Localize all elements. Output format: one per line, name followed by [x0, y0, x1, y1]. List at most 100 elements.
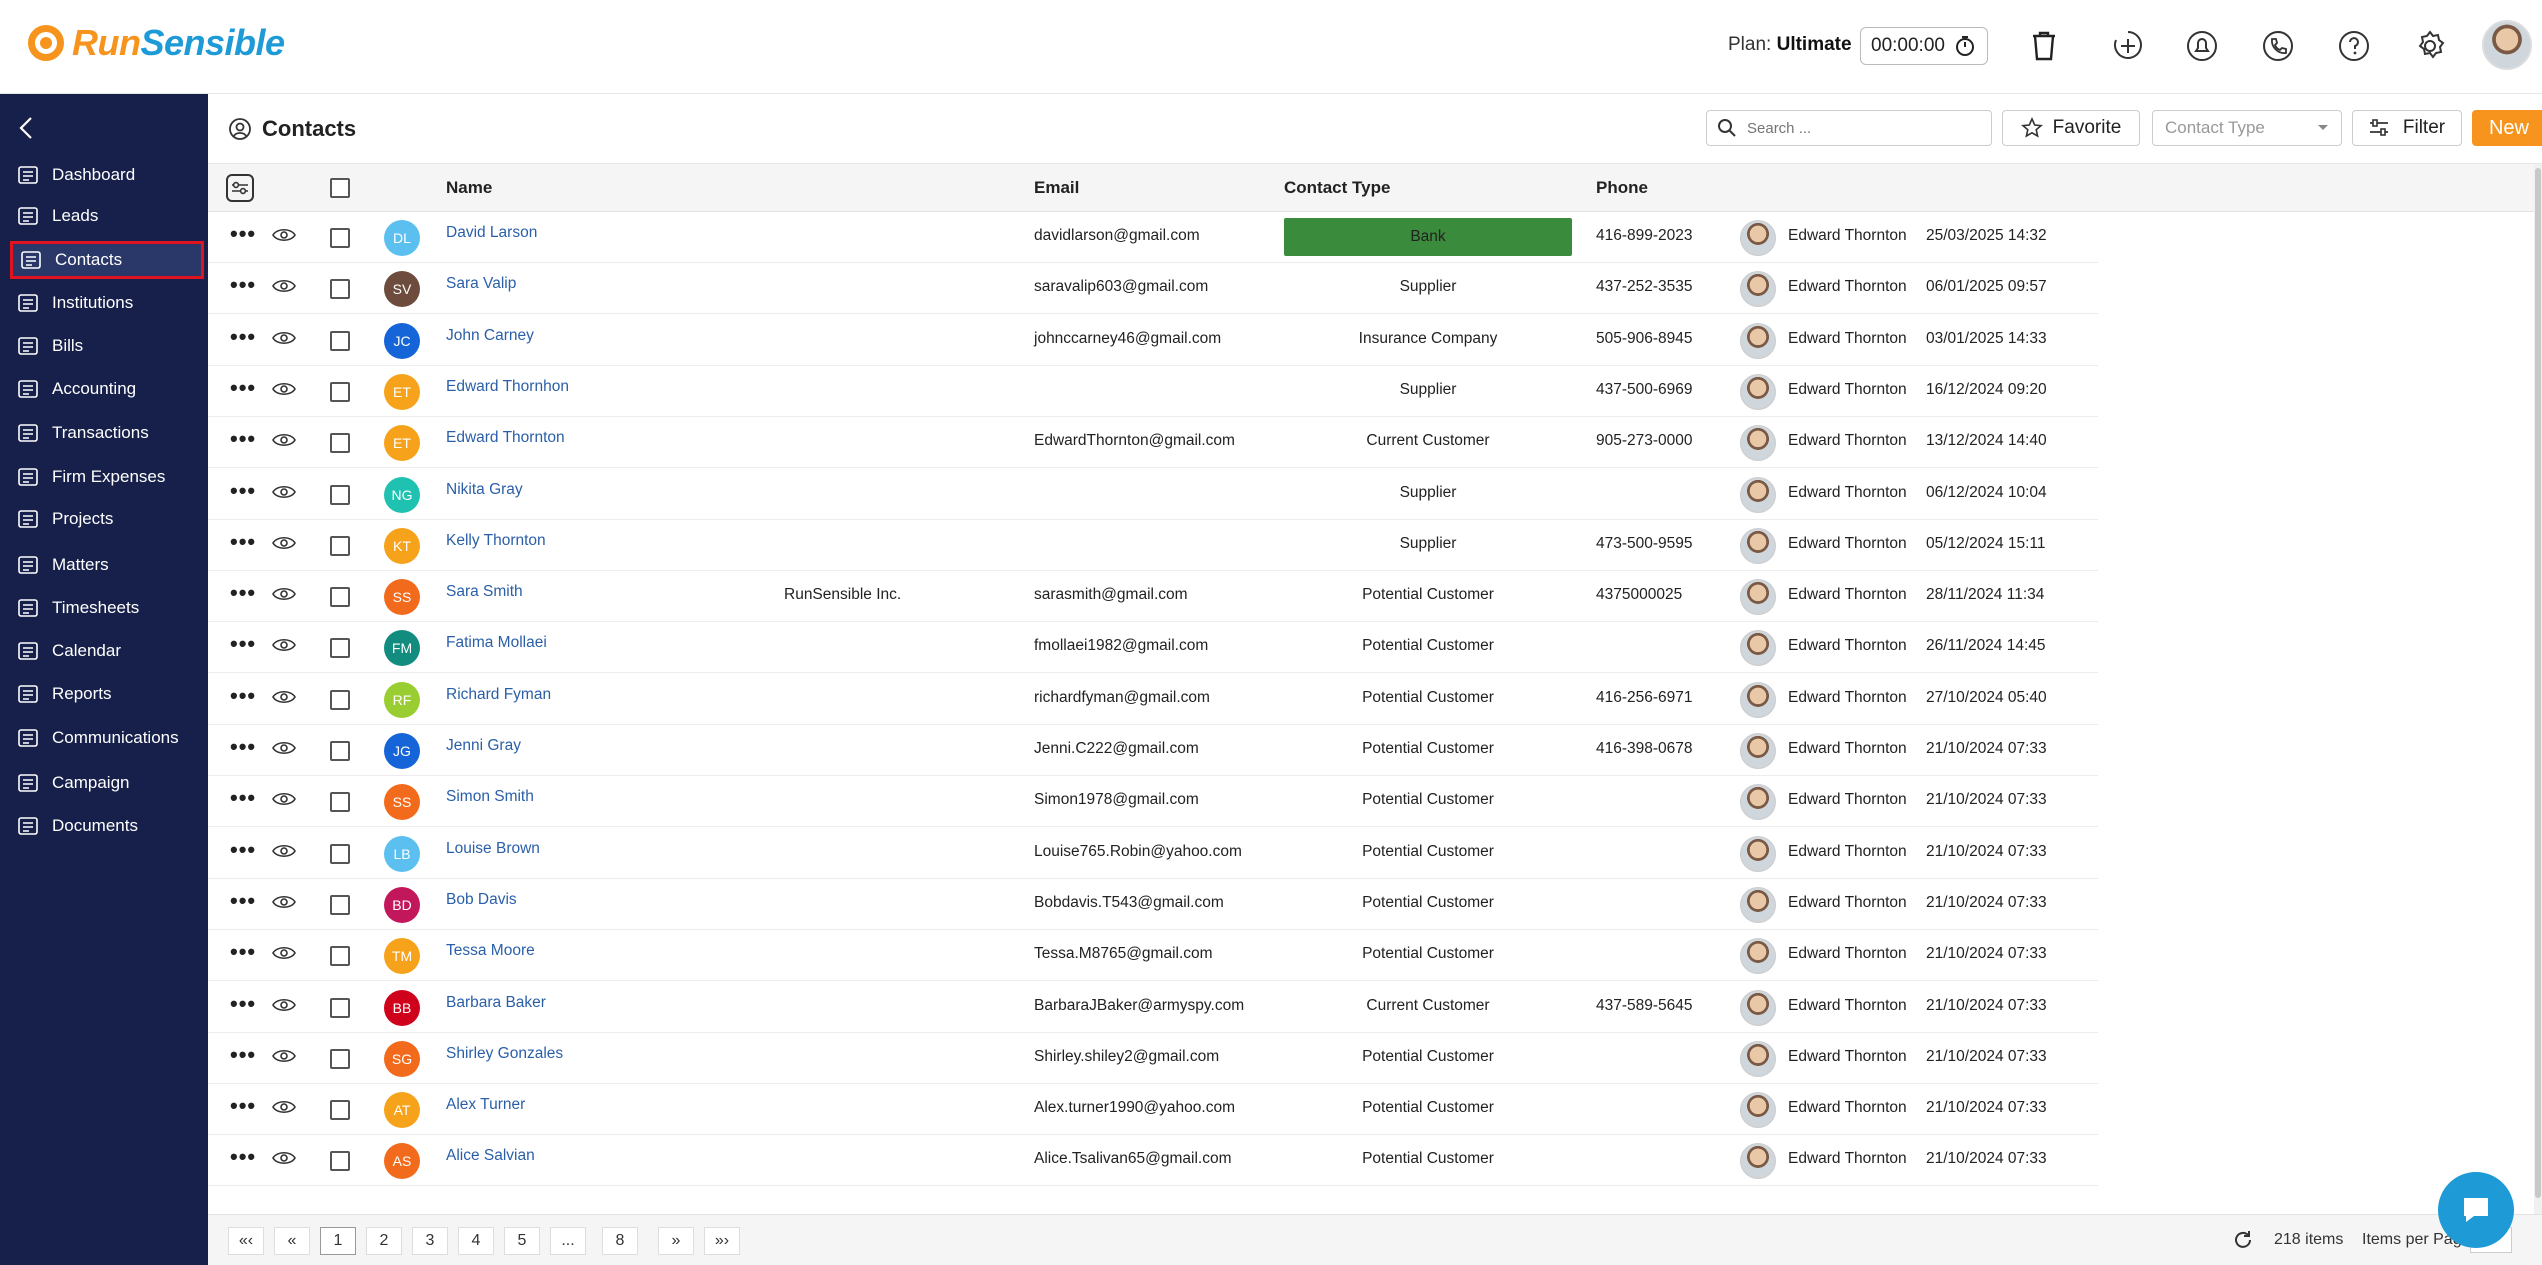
row-actions-icon[interactable]: ••• — [230, 376, 256, 398]
refresh-icon[interactable] — [2232, 1229, 2254, 1256]
row-actions-icon[interactable]: ••• — [230, 530, 256, 552]
notifications-icon[interactable] — [2180, 24, 2224, 68]
prev-page-button[interactable]: « — [274, 1227, 310, 1255]
table-row[interactable]: ••• JG Jenni Gray Jenni.C222@gmail.com Poten… — [208, 725, 2098, 776]
sidebar-item-leads[interactable]: Leads — [10, 197, 204, 235]
row-actions-icon[interactable]: ••• — [230, 633, 256, 655]
page-number-button[interactable]: 4 — [458, 1227, 494, 1255]
sidebar-item-communications[interactable]: Communications — [10, 719, 204, 757]
row-checkbox[interactable] — [330, 228, 350, 248]
sidebar-item-transactions[interactable]: Transactions — [10, 414, 204, 452]
row-checkbox[interactable] — [330, 638, 350, 659]
favorite-button[interactable]: Favorite — [2002, 110, 2140, 146]
contact-name-link[interactable]: Alex Turner — [446, 1096, 525, 1114]
phone-icon[interactable] — [2256, 24, 2300, 68]
view-eye-icon[interactable] — [272, 381, 296, 402]
table-row[interactable]: ••• FM Fatima Mollaei fmollaei1982@gmail.co… — [208, 622, 2098, 674]
table-row[interactable]: ••• NG Nikita Gray Supplier Edward Thornton 0… — [208, 469, 2098, 520]
view-eye-icon[interactable] — [272, 227, 296, 248]
contact-name-link[interactable]: Alice Salvian — [446, 1147, 535, 1165]
sidebar-item-matters[interactable]: Matters — [10, 546, 204, 584]
table-row[interactable]: ••• JC John Carney johnccarney46@gmail.com I… — [208, 315, 2098, 366]
table-row[interactable]: ••• SS Simon Smith Simon1978@gmail.com Poten… — [208, 776, 2098, 828]
contact-name-link[interactable]: Louise Brown — [446, 840, 540, 858]
page-number-button[interactable]: 5 — [504, 1227, 540, 1255]
view-eye-icon[interactable] — [272, 278, 296, 299]
table-row[interactable]: ••• RF Richard Fyman richardfyman@gmail.com… — [208, 674, 2098, 725]
table-row[interactable]: ••• KT Kelly Thornton Supplier 473-500-9595 E… — [208, 520, 2098, 571]
row-checkbox[interactable] — [330, 535, 350, 556]
table-row[interactable]: ••• SV Sara Valip saravalip603@gmail.com Sup… — [208, 263, 2098, 315]
search-input[interactable] — [1747, 119, 1977, 137]
row-actions-icon[interactable]: ••• — [230, 992, 256, 1014]
first-page-button[interactable]: «‹ — [228, 1227, 264, 1255]
row-actions-icon[interactable]: ••• — [230, 787, 256, 809]
scrollbar-thumb[interactable] — [2535, 168, 2541, 1198]
new-contact-button[interactable]: New — [2472, 110, 2542, 146]
row-actions-icon[interactable]: ••• — [230, 1146, 256, 1168]
sidebar-item-campaign[interactable]: Campaign — [10, 764, 204, 802]
row-actions-icon[interactable]: ••• — [230, 223, 256, 245]
row-checkbox[interactable] — [330, 1151, 350, 1172]
row-checkbox[interactable] — [330, 997, 350, 1018]
view-eye-icon[interactable] — [272, 1150, 296, 1171]
column-header-phone[interactable]: Phone — [1596, 178, 1648, 198]
column-header-contact-type[interactable]: Contact Type — [1284, 178, 1390, 198]
sidebar-item-timesheets[interactable]: Timesheets — [10, 589, 204, 627]
table-row[interactable]: ••• BB Barbara Baker BarbaraJBaker@armyspy.… — [208, 982, 2098, 1033]
search-box[interactable] — [1706, 110, 1992, 146]
help-icon[interactable] — [2332, 24, 2376, 68]
sidebar-item-projects[interactable]: Projects — [10, 500, 204, 538]
row-checkbox[interactable] — [330, 792, 350, 813]
page-number-button[interactable]: 8 — [602, 1227, 638, 1255]
row-actions-icon[interactable]: ••• — [230, 274, 256, 296]
vertical-scrollbar[interactable] — [2534, 164, 2542, 1214]
row-actions-icon[interactable]: ••• — [230, 684, 256, 706]
add-task-icon[interactable] — [2106, 24, 2150, 68]
sidebar-item-documents[interactable]: Documents — [10, 807, 204, 845]
row-checkbox[interactable] — [330, 946, 350, 967]
row-checkbox[interactable] — [330, 279, 350, 300]
contact-name-link[interactable]: Edward Thornhon — [446, 378, 569, 396]
row-checkbox[interactable] — [330, 381, 350, 402]
contact-name-link[interactable]: Jenni Gray — [446, 737, 521, 755]
row-actions-icon[interactable]: ••• — [230, 428, 256, 450]
contact-name-link[interactable]: Shirley Gonzales — [446, 1045, 563, 1063]
row-checkbox[interactable] — [330, 1100, 350, 1121]
column-settings-icon[interactable] — [226, 174, 254, 202]
contact-name-link[interactable]: Nikita Gray — [446, 481, 523, 499]
row-checkbox[interactable] — [330, 484, 350, 505]
row-actions-icon[interactable]: ••• — [230, 325, 256, 347]
page-number-button[interactable]: 1 — [320, 1227, 356, 1255]
filter-button[interactable]: Filter — [2352, 110, 2462, 146]
view-eye-icon[interactable] — [272, 330, 296, 351]
last-page-button[interactable]: »› — [704, 1227, 740, 1255]
table-row[interactable]: ••• DL David Larson davidlarson@gmail.com Ba… — [208, 212, 2098, 263]
chat-widget-button[interactable] — [2438, 1172, 2514, 1248]
view-eye-icon[interactable] — [272, 432, 296, 453]
view-eye-icon[interactable] — [272, 586, 296, 607]
contact-name-link[interactable]: Kelly Thornton — [446, 532, 546, 550]
view-eye-icon[interactable] — [272, 740, 296, 761]
row-checkbox[interactable] — [330, 330, 350, 351]
table-row[interactable]: ••• TM Tessa Moore Tessa.M8765@gmail.com Pot… — [208, 930, 2098, 982]
row-actions-icon[interactable]: ••• — [230, 1095, 256, 1117]
contact-name-link[interactable]: Barbara Baker — [446, 994, 546, 1012]
row-checkbox[interactable] — [330, 894, 350, 915]
view-eye-icon[interactable] — [272, 689, 296, 710]
row-checkbox[interactable] — [330, 689, 350, 710]
contact-type-select[interactable]: Contact Type — [2152, 110, 2342, 146]
view-eye-icon[interactable] — [272, 945, 296, 966]
select-all-checkbox[interactable] — [330, 178, 350, 198]
contact-name-link[interactable]: Simon Smith — [446, 788, 534, 806]
trash-icon[interactable] — [2022, 24, 2066, 68]
contact-name-link[interactable]: Sara Valip — [446, 275, 516, 293]
page-ellipsis[interactable]: ... — [550, 1227, 586, 1255]
view-eye-icon[interactable] — [272, 894, 296, 915]
table-row[interactable]: ••• SS Sara Smith RunSensible Inc. sarasmith… — [208, 571, 2098, 623]
view-eye-icon[interactable] — [272, 484, 296, 505]
sidebar-item-accounting[interactable]: Accounting — [10, 370, 204, 408]
row-actions-icon[interactable]: ••• — [230, 941, 256, 963]
contact-name-link[interactable]: Tessa Moore — [446, 942, 535, 960]
user-avatar[interactable] — [2482, 20, 2532, 70]
